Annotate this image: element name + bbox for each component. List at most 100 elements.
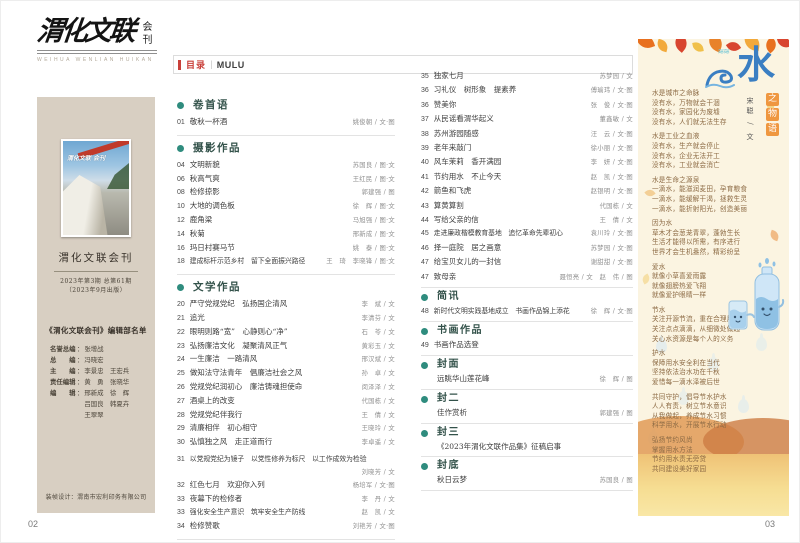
toc-entry-credit: 李 丹 / 文 [362,494,395,507]
toc-entry-title-group: 16玛日村赛马节 [177,242,235,256]
toc-entry-title-group: 44写给父亲的信 [421,213,479,227]
page-number-right: 03 [765,519,775,529]
toc-entry: 10大地的调色板徐 辉 / 图·文 [177,200,395,214]
toc-entry: 36习礼仪 树形象 提素养傅瑜玮 / 文·图 [421,83,633,97]
toc-entry-page-number: 48 [421,306,429,318]
toc-entry-page-number: 49 [421,340,429,352]
logo-divider [37,50,157,54]
toc-entry-credit: 闵泽泽 / 文 [362,382,395,395]
toc-entry-title: 书画作品选登 [434,340,479,349]
toc-entry-credit: 赵银明 / 文·图 [591,185,633,198]
toc-entry-title: 夜幕下的检修者 [190,494,243,503]
logo-subtitle: 会刊 [138,21,153,47]
toc-entry-page-number: 24 [177,354,185,367]
section-title: 书画作品 [437,325,483,337]
section-bullet-icon [177,145,184,152]
toc-entry-title-group: 27酒桌上的改变 [177,395,235,409]
toc-entry-page-number: 37 [421,113,429,126]
toc-section-header: 封三 [421,427,633,439]
toc-entry-title: 严守党规党纪 弘扬国企清风 [190,299,288,308]
issue-date: （2023年9月出版） [37,286,155,295]
toc-entry-credit: 代国栋 / 文 [600,200,633,213]
toc-entry-title-group: 22眼明则路“宽” 心静则心“净” [177,326,288,340]
cover-title-text: 渭化文联 会刊 [67,153,105,162]
section-title: 封底 [437,460,460,472]
editorial-names: 黄 勇 张晓华 [84,378,129,386]
section-divider [421,355,633,356]
toc-section: 封二佳作赏析郭建强 / 图 [421,393,633,420]
toc-entry-credit: 苏梦园 / 文 [600,70,633,83]
toc-entry: 39老年来敲门徐小丽 / 文·图 [421,141,633,155]
toc-entry-title-group: 10大地的调色板 [177,200,235,214]
toc-entry-page-number: 23 [177,341,185,354]
issue-number: 2023年第3期 总第61期 [37,277,155,286]
editorial-role: 主 编 [50,366,77,377]
toc-entry-title-group: 远眺华山莲花峰 [421,373,490,385]
poem-line: 掌握用水方法 [652,446,774,456]
editorial-row: 主 编：李景忠 王宏兵 [50,366,155,377]
toc-entry: 21追光李清芬 / 文 [177,312,395,326]
toc-entry-title: 佳作赏析 [437,408,467,417]
toc-entry-title-group: 秋日云梦 [421,474,467,486]
toc-entry-title: 弘扬廉洁文化 凝聚清风正气 [190,341,288,350]
poem-line: 草木才会葱茏青翠，蓬勃生长 [652,229,774,239]
toc-entry-credit: 姚 泰 / 图·文 [353,243,395,256]
toc-entry-credit: 苏梦园 / 文·图 [591,242,633,255]
toc-entry-title-group: 06秋高气爽 [177,173,220,187]
toc-entry-title-group: 26党规党纪润初心 廉洁铸魂担使命 [177,381,302,395]
toc-entry-title-group: 38苏州游园随感 [421,127,479,141]
toc-entry-page-number: 26 [177,382,185,395]
magazine-logo: 渭化文联 会刊 WEIHUA WENLIAN HUIKAN [37,17,157,63]
toc-entry: 41节约用水 不止今天赵 凯 / 文·图 [421,170,633,184]
toc-entry-title: 秋菊 [190,229,205,238]
toc-entry-page-number: 12 [177,215,185,228]
toc-entry-page-number: 28 [177,410,185,423]
section-divider [421,389,633,390]
toc-entry: 32红色七月 欢迎你入列杨培军 / 文·图 [177,479,395,493]
cover-photo: 渭化文联 会刊 [63,141,129,235]
toc-entry-page-number: 35 [421,70,429,83]
toc-entry-title: 风车茉莉 香开满园 [434,157,502,166]
poem-stanza: 水是城市之命脉没有水，万物就会干涸没有水，家园化为废墟没有水，人们就无法生存 [652,89,774,127]
editorial-row: ：王翠翠 [50,410,155,421]
toc-entry-page-number: 25 [177,368,185,381]
toc-entry-title: 大地的调色板 [190,201,235,210]
logo-title: 渭化文联 [35,17,134,47]
poem-line: 水是工业之血液 [652,132,774,142]
poem-line: 护水 [652,349,774,359]
toc-entry: 08检修掠影郭建强 / 图 [177,186,395,200]
toc-section: 封底秋日云梦苏国良 / 图 [421,460,633,487]
toc-entry-title: 秋日云梦 [437,475,467,484]
toc-entry-title: 检修赞歌 [190,521,220,530]
toc-entry-credit: 徐小丽 / 文·图 [591,142,633,155]
toc-entry-title-group: 29清廉相伴 初心相守 [177,422,257,436]
toc-entry-title-group: 08检修掠影 [177,186,220,200]
toc-entry-title-group: 28党规党纪伴我行 [177,409,242,423]
maple-leaf-icon [671,39,691,53]
toc-column-left: 卷首语01敬秋一杯酒姚俊朝 / 文·图摄影作品04文明新貌苏国良 / 图·文06… [177,93,395,543]
toc-entry: 33夜幕下的检修者李 丹 / 文 [177,493,395,507]
toc-title-separator: | [210,60,213,69]
toc-entry-title: 弘慎独之风 走正道而行 [190,437,273,446]
toc-entry-page-number: 36 [421,99,429,112]
toc-entry-title-group: 48 新时代文明实践基地成立 书画作品锦上添花 [421,305,570,318]
editorial-list-title: 《渭化文联会刊》编辑部名单 [37,325,155,336]
poem-line: 科学用水，开展节水行动 [652,421,774,431]
toc-entry-title: 赞美你 [434,100,457,109]
poem-stanza: 水是工业之血液没有水，生产就会停止没有水，企业无法开工没有水，工业就会消亡 [652,132,774,170]
poem-line: 没有水，生产就会停止 [652,142,774,152]
toc-entry-title: 新时代文明实践基地成立 书画作品锦上添花 [434,307,570,315]
toc-entry-title: 老年来敲门 [434,143,472,152]
toc-entry-credit: 谢甜甜 / 文·图 [591,256,633,269]
toc-entry: 30弘慎独之风 走正道而行李卓遥 / 文 [177,436,395,450]
toc-entry-credit: 汪 云 / 文·图 [591,128,633,141]
logo-romanization: WEIHUA WENLIAN HUIKAN [37,57,157,63]
toc-entry-title: 建成标杆示范乡村 留下全面振兴路径 [190,257,306,265]
poem-line: 水是城市之命脉 [652,89,774,99]
toc-entry-page-number: 14 [177,229,185,242]
toc-entry: 27酒桌上的改变代国栋 / 文 [177,395,395,409]
editorial-names: 吕国良 韩夏卉 [84,400,129,408]
section-title: 封二 [437,393,460,405]
maple-leaf-icon [641,274,652,285]
toc-entry-credit: 王 琦 李晓锋 / 图·文 [326,256,395,269]
